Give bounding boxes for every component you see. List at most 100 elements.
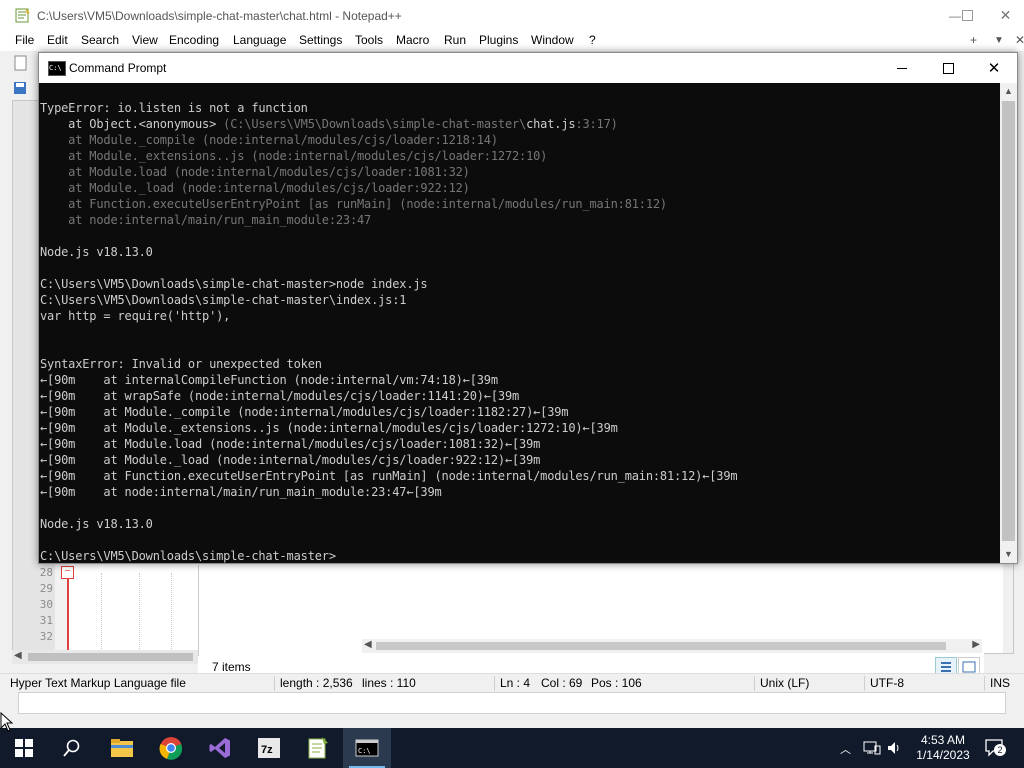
chrome-taskbar-button[interactable] bbox=[147, 728, 195, 768]
menu-language[interactable]: Language bbox=[233, 33, 286, 47]
background-window-edge bbox=[18, 692, 1006, 714]
scroll-right-icon[interactable]: ▶ bbox=[972, 639, 980, 650]
npp-status-bar: Hyper Text Markup Language file length :… bbox=[0, 673, 1024, 694]
scroll-up-icon[interactable]: ▲ bbox=[1000, 83, 1017, 100]
console-line: ←[90m at Module._extensions..js (node:in… bbox=[40, 421, 618, 435]
scrollbar-thumb[interactable] bbox=[1002, 101, 1015, 541]
notepadpp-taskbar-button[interactable] bbox=[294, 728, 342, 768]
console-line: ←[90m at Module.load (node:internal/modu… bbox=[40, 437, 541, 451]
command-prompt-window[interactable]: C:\ Command Prompt ✕ TypeError: io.liste… bbox=[38, 52, 1018, 564]
scrollbar-thumb[interactable] bbox=[28, 653, 193, 661]
npp-title-bar[interactable]: C:\Users\VM5\Downloads\simple-chat-maste… bbox=[0, 0, 1024, 31]
notification-center-button[interactable]: 2 bbox=[984, 738, 1006, 758]
console-line: TypeError: io.listen is not a function bbox=[40, 101, 308, 115]
taskbar-clock[interactable]: 4:53 AM 1/14/2023 bbox=[913, 733, 973, 763]
console-output[interactable]: TypeError: io.listen is not a function a… bbox=[39, 83, 999, 563]
status-filetype: Hyper Text Markup Language file bbox=[10, 676, 186, 690]
console-line: SyntaxError: Invalid or unexpected token bbox=[40, 357, 322, 371]
show-hidden-icons-chevron-icon[interactable]: ︿ bbox=[840, 741, 851, 757]
fold-collapse-icon[interactable]: − bbox=[61, 566, 74, 579]
menu-encoding[interactable]: Encoding bbox=[169, 33, 219, 47]
console-line: at Module._load (node:internal/modules/c… bbox=[40, 181, 470, 195]
explorer-horizontal-scrollbar[interactable]: ◀ ▶ bbox=[362, 639, 982, 653]
menu-file[interactable]: File bbox=[15, 33, 34, 47]
clock-date: 1/14/2023 bbox=[916, 748, 970, 762]
status-separator bbox=[864, 676, 865, 691]
console-line: ←[90m at Module._load (node:internal/mod… bbox=[40, 453, 541, 467]
mouse-cursor-icon bbox=[0, 712, 14, 732]
fold-line bbox=[67, 573, 69, 653]
cmd-close-button[interactable]: ✕ bbox=[971, 53, 1017, 83]
status-eol[interactable]: Unix (LF) bbox=[760, 676, 809, 690]
console-filename: chat.js bbox=[526, 117, 576, 131]
line-number: 28 bbox=[39, 566, 53, 579]
scroll-down-icon[interactable]: ▼ bbox=[1000, 546, 1017, 563]
clock-time: 4:53 AM bbox=[920, 733, 966, 747]
status-encoding[interactable]: UTF-8 bbox=[870, 676, 904, 690]
menu-plugins[interactable]: Plugins bbox=[479, 33, 518, 47]
7zip-taskbar-button[interactable]: 7z bbox=[245, 728, 293, 768]
console-line: at node:internal/main/run_main_module:23… bbox=[40, 213, 372, 227]
cmd-window-title: Command Prompt bbox=[69, 61, 167, 75]
svg-text:C:\: C:\ bbox=[358, 747, 371, 755]
menu-tools[interactable]: Tools bbox=[355, 33, 383, 47]
cmd-minimize-button[interactable] bbox=[879, 53, 925, 83]
cmd-maximize-button[interactable] bbox=[925, 53, 971, 83]
close-doc-button[interactable]: ✕ bbox=[1015, 33, 1024, 47]
maximize-icon bbox=[942, 62, 954, 74]
line-number: 32 bbox=[39, 630, 53, 643]
save-icon[interactable] bbox=[14, 82, 26, 94]
status-separator bbox=[274, 676, 275, 691]
menu-search[interactable]: Search bbox=[81, 33, 119, 47]
console-line: ←[90m at Module._compile (node:internal/… bbox=[40, 405, 569, 419]
cmd-title-bar[interactable]: C:\ Command Prompt ✕ bbox=[39, 53, 1017, 83]
menu-view[interactable]: View bbox=[132, 33, 158, 47]
visual-studio-taskbar-button[interactable] bbox=[196, 728, 244, 768]
notepadpp-icon bbox=[308, 737, 328, 759]
status-insert-mode[interactable]: INS bbox=[990, 676, 1010, 690]
menu-window[interactable]: Window bbox=[531, 33, 574, 47]
menu-help[interactable]: ? bbox=[589, 33, 596, 47]
status-length: length : 2,536 bbox=[280, 676, 353, 690]
status-separator bbox=[754, 676, 755, 691]
console-line: ←[90m at Function.executeUserEntryPoint … bbox=[40, 469, 738, 483]
console-line: at Object.<anonymous> (C:\Users\VM5\Down… bbox=[40, 116, 618, 132]
console-prompt[interactable]: C:\Users\VM5\Downloads\simple-chat-maste… bbox=[40, 548, 336, 563]
status-separator bbox=[494, 676, 495, 691]
cmd-vertical-scrollbar[interactable]: ▲ ▼ bbox=[1000, 83, 1017, 563]
chrome-icon bbox=[159, 737, 183, 760]
file-explorer-taskbar-button[interactable] bbox=[98, 728, 146, 768]
new-tab-button[interactable]: + bbox=[970, 33, 977, 47]
menu-macro[interactable]: Macro bbox=[396, 33, 429, 47]
menu-edit[interactable]: Edit bbox=[47, 33, 68, 47]
start-button[interactable] bbox=[0, 728, 48, 768]
7zip-icon: 7z bbox=[258, 738, 280, 758]
console-line: at Module._compile (node:internal/module… bbox=[40, 133, 498, 147]
line-number: 31 bbox=[39, 614, 53, 627]
volume-icon[interactable] bbox=[886, 740, 902, 756]
search-button[interactable] bbox=[48, 728, 96, 768]
tab-list-button[interactable]: ▼ bbox=[994, 35, 1004, 46]
console-line: Node.js v18.13.0 bbox=[40, 245, 153, 259]
console-position: :3:17) bbox=[575, 117, 618, 131]
minimize-icon bbox=[897, 67, 907, 69]
scrollbar-thumb[interactable] bbox=[376, 642, 946, 650]
indent-guide bbox=[171, 573, 172, 653]
scroll-left-icon[interactable]: ◀ bbox=[14, 650, 22, 661]
close-icon: ✕ bbox=[987, 60, 1001, 77]
npp-menu-bar: File Edit Search View Encoding Language … bbox=[0, 31, 1024, 51]
npp-maximize-button[interactable] bbox=[944, 0, 990, 31]
menu-settings[interactable]: Settings bbox=[299, 33, 342, 47]
menu-run[interactable]: Run bbox=[444, 33, 466, 47]
console-path: (C:\Users\VM5\Downloads\simple-chat-mast… bbox=[223, 117, 527, 131]
cmd-taskbar-button[interactable]: C:\ bbox=[343, 728, 391, 768]
new-file-icon[interactable] bbox=[14, 55, 28, 71]
npp-close-button[interactable]: ✕ bbox=[987, 0, 1024, 31]
cmd-icon: C:\ bbox=[355, 739, 379, 757]
editor-horizontal-scrollbar[interactable]: ◀ bbox=[12, 650, 202, 664]
network-icon[interactable] bbox=[863, 740, 881, 756]
status-separator bbox=[984, 676, 985, 691]
console-line: at Module.load (node:internal/modules/cj… bbox=[40, 165, 470, 179]
console-line: var http = require('http'), bbox=[40, 309, 231, 323]
scroll-left-icon[interactable]: ◀ bbox=[364, 639, 372, 650]
